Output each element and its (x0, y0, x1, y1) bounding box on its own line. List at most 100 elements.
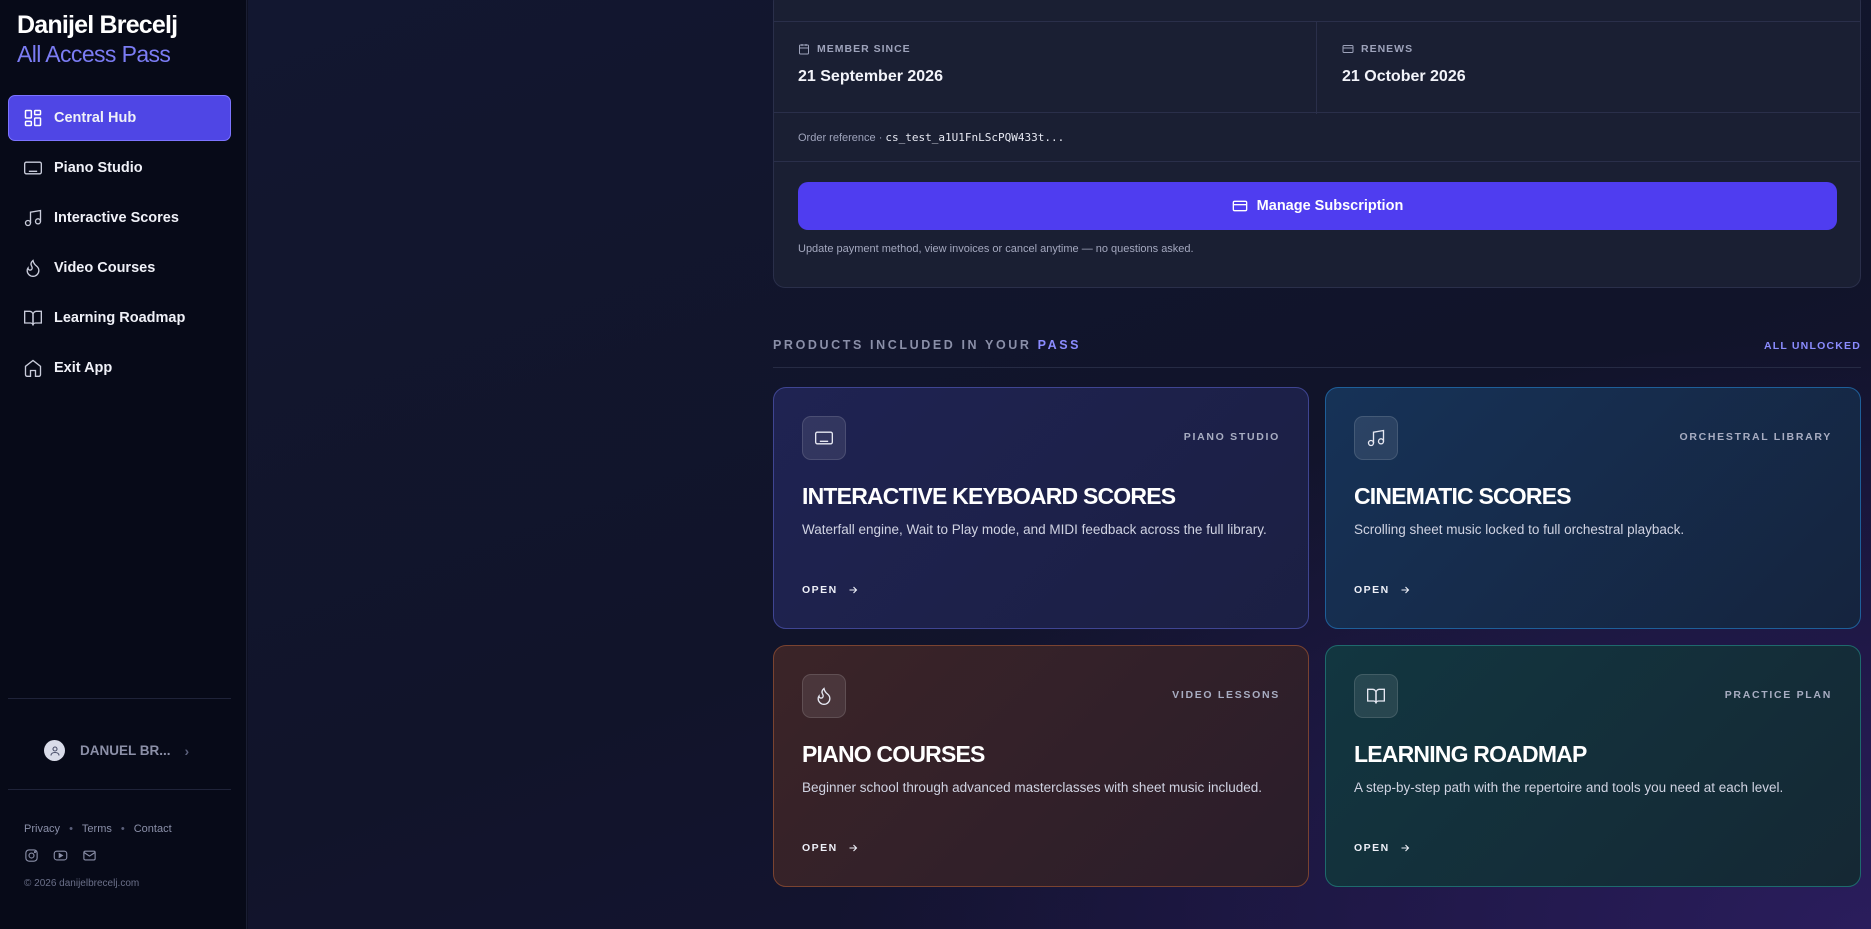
product-title: CINEMATIC SCORES (1354, 483, 1572, 509)
flame-icon (817, 687, 831, 705)
brand-subtitle: All Access Pass (17, 41, 171, 67)
sidebar-item-label: Piano Studio (54, 160, 143, 176)
separator: • (120, 823, 125, 835)
divider (774, 161, 1860, 162)
contact-link[interactable]: Contact (134, 823, 172, 835)
product-icon-wrap (1354, 674, 1398, 718)
product-card-keyboard-scores[interactable]: PIANO STUDIO INTERACTIVE KEYBOARD SCORES… (773, 387, 1309, 629)
manage-subscription-label: Manage Subscription (1256, 198, 1404, 214)
product-icon-wrap (1354, 416, 1398, 460)
manage-subscription-button[interactable]: Manage Subscription (798, 182, 1837, 230)
open-link[interactable]: OPEN (802, 842, 859, 854)
sidebar-item-label: Video Courses (54, 260, 156, 276)
keyboard-icon (815, 431, 833, 445)
user-profile-button[interactable]: DANUEL BR... › (44, 740, 189, 761)
user-icon (49, 745, 60, 756)
flame-icon (26, 259, 40, 277)
card-icon (1232, 200, 1248, 212)
member-since: MEMBER SINCE 21 September 2026 (774, 22, 1317, 114)
product-description: Beginner school through advanced masterc… (802, 780, 1263, 795)
copyright: © 2026 danijelbrecelj.com (24, 878, 140, 889)
subscription-card: MEMBER SINCE 21 September 2026 RENEWS 21… (773, 0, 1861, 288)
open-label: OPEN (802, 842, 838, 854)
product-description: A step-by-step path with the repertoire … (1354, 780, 1784, 795)
product-tag: PRACTICE PLAN (1724, 689, 1832, 701)
product-title: LEARNING ROADMAP (1354, 741, 1587, 767)
open-label: OPEN (802, 584, 838, 596)
avatar (44, 740, 65, 761)
sidebar-item-central-hub[interactable]: Central Hub (8, 95, 231, 141)
arrow-right-icon (849, 586, 858, 594)
status-badge: ALL UNLOCKED (1763, 340, 1861, 352)
product-tag: PIANO STUDIO (1183, 431, 1280, 443)
products-title-prefix: PRODUCTS INCLUDED IN YOUR (773, 338, 1038, 352)
member-since-label: MEMBER SINCE (798, 43, 911, 55)
manage-note: Update payment method, view invoices or … (798, 243, 1194, 255)
product-icon-wrap (802, 416, 846, 460)
product-icon-wrap (802, 674, 846, 718)
home-icon (24, 359, 42, 377)
dashboard-icon (24, 109, 42, 127)
sidebar-item-piano-studio[interactable]: Piano Studio (8, 145, 231, 191)
sidebar-item-label: Interactive Scores (54, 210, 179, 226)
sidebar-divider (8, 789, 231, 790)
order-reference: Order reference · cs_test_a1U1FnLScPQW43… (798, 131, 1064, 144)
terms-link[interactable]: Terms (82, 823, 112, 835)
main-content: MEMBER SINCE 21 September 2026 RENEWS 21… (248, 0, 1871, 929)
chevron-right-icon: › (184, 742, 190, 759)
music-note-icon (24, 209, 42, 227)
products-title-accent: PASS (1037, 338, 1082, 352)
sidebar-item-label: Learning Roadmap (54, 310, 186, 326)
product-tag: VIDEO LESSONS (1172, 689, 1280, 701)
arrow-right-icon (1401, 844, 1410, 852)
brand: Danijel Brecelj All Access Pass (17, 10, 178, 68)
product-tag: ORCHESTRAL LIBRARY (1679, 431, 1832, 443)
sidebar-divider (8, 698, 231, 699)
renews-label: RENEWS (1342, 43, 1413, 55)
book-icon (1367, 688, 1385, 704)
product-card-learning-roadmap[interactable]: PRACTICE PLAN LEARNING ROADMAP A step-by… (1325, 645, 1861, 887)
product-description: Waterfall engine, Wait to Play mode, and… (802, 522, 1267, 537)
open-link[interactable]: OPEN (802, 584, 859, 596)
sidebar-nav: Central Hub Piano Studio Interactive Sco… (8, 95, 231, 395)
sidebar-item-label: Exit App (54, 360, 113, 376)
product-description: Scrolling sheet music locked to full orc… (1354, 522, 1685, 537)
privacy-link[interactable]: Privacy (24, 823, 60, 835)
sidebar-item-learning-roadmap[interactable]: Learning Roadmap (8, 295, 231, 341)
sidebar: Danijel Brecelj All Access Pass Central … (0, 0, 247, 929)
sidebar-item-exit-app[interactable]: Exit App (8, 345, 231, 391)
renews-value: 21 October 2026 (1342, 68, 1466, 85)
order-reference-label: Order reference · (798, 132, 886, 144)
open-link[interactable]: OPEN (1354, 584, 1411, 596)
mail-icon[interactable] (82, 848, 97, 863)
music-note-icon (1367, 429, 1385, 447)
sidebar-item-label: Central Hub (54, 110, 137, 126)
separator: • (69, 823, 73, 835)
open-link[interactable]: OPEN (1354, 842, 1411, 854)
calendar-icon (799, 44, 809, 55)
product-card-piano-courses[interactable]: VIDEO LESSONS PIANO COURSES Beginner sch… (773, 645, 1309, 887)
social-links (24, 848, 97, 863)
instagram-icon[interactable] (24, 848, 39, 863)
product-card-cinematic-scores[interactable]: ORCHESTRAL LIBRARY CINEMATIC SCORES Scro… (1325, 387, 1861, 629)
order-reference-value: cs_test_a1U1FnLScPQW433t... (885, 131, 1065, 144)
products-header: PRODUCTS INCLUDED IN YOUR PASS ALL UNLOC… (773, 338, 1861, 368)
subscription-dates: MEMBER SINCE 21 September 2026 RENEWS 21… (774, 21, 1862, 114)
sidebar-item-interactive-scores[interactable]: Interactive Scores (8, 195, 231, 241)
arrow-right-icon (1401, 586, 1410, 594)
brand-name: Danijel Brecelj (17, 11, 178, 39)
renews-label-text: RENEWS (1361, 43, 1414, 55)
youtube-icon[interactable] (53, 848, 68, 863)
open-label: OPEN (1354, 584, 1390, 596)
footer-links: Privacy • Terms • Contact (24, 823, 172, 835)
arrow-right-icon (849, 844, 858, 852)
open-label: OPEN (1354, 842, 1390, 854)
book-icon (24, 310, 42, 326)
renews: RENEWS 21 October 2026 (1318, 22, 1862, 114)
member-since-value: 21 September 2026 (798, 68, 943, 85)
card-icon (1342, 45, 1354, 53)
sidebar-item-video-courses[interactable]: Video Courses (8, 245, 231, 291)
user-name: DANUEL BR... (80, 743, 171, 758)
member-since-label-text: MEMBER SINCE (817, 43, 911, 55)
products-title: PRODUCTS INCLUDED IN YOUR PASS (773, 338, 1081, 352)
